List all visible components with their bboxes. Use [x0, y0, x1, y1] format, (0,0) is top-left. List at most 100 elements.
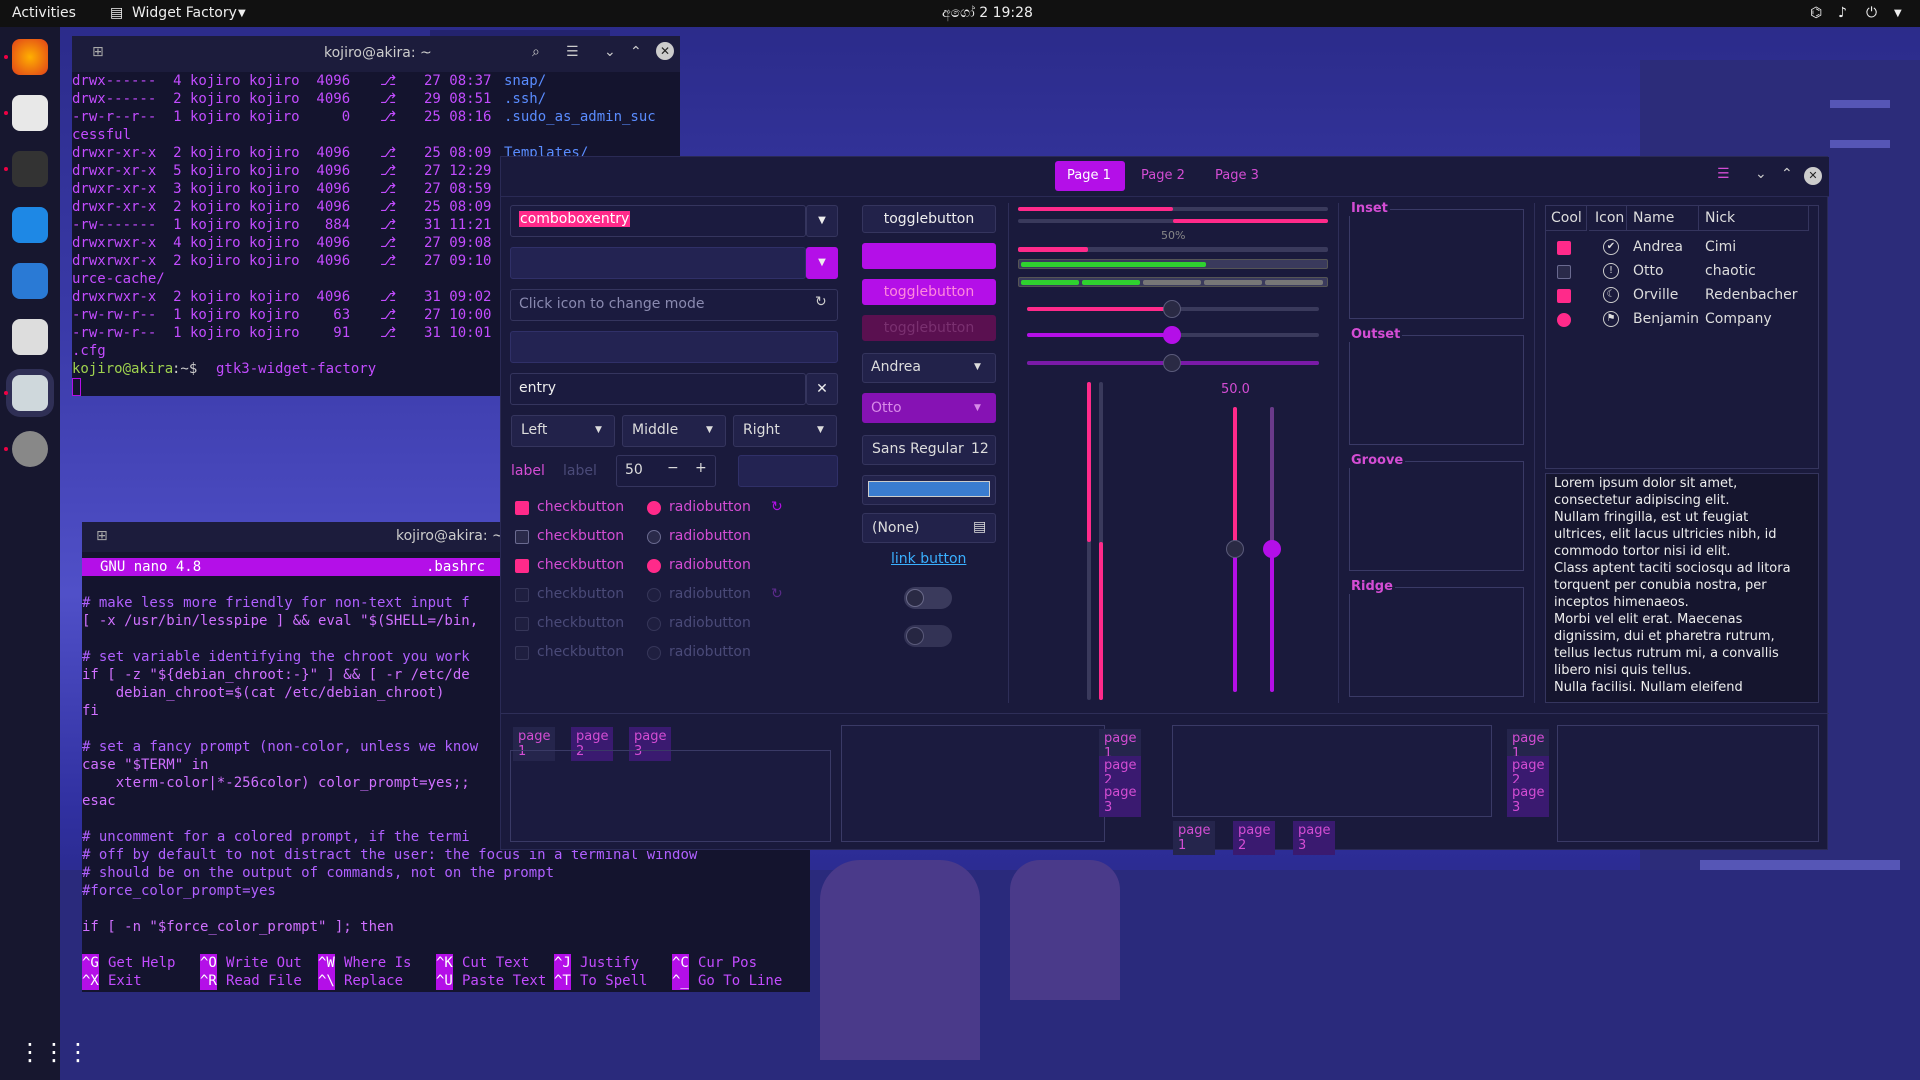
volume-icon[interactable]: ♪ — [1838, 5, 1847, 21]
vscode-icon[interactable] — [12, 207, 48, 243]
screenshot-icon[interactable] — [12, 263, 48, 299]
shortcut-label[interactable]: Cur Pos — [698, 954, 757, 972]
widget-factory-window[interactable]: Page 1 Page 2 Page 3 ☰ ⌄ ⌃ ✕ comboboxent… — [500, 156, 1829, 855]
radiobutton-circle[interactable] — [647, 559, 661, 573]
checkbutton-box[interactable] — [515, 559, 529, 573]
disk-icon[interactable] — [12, 431, 48, 467]
text-line: commodo tortor nisi id elit. — [1554, 544, 1731, 559]
new-tab-icon[interactable]: ⊞ — [92, 44, 104, 60]
scale-2-knob[interactable] — [1163, 326, 1181, 344]
terminal-line: drwxr-xr-x 3 kojiro kojiro 4096 — [72, 181, 359, 197]
tweaks-icon[interactable] — [12, 319, 48, 355]
refresh-icon[interactable]: ↻ — [815, 294, 827, 310]
shortcut-label[interactable]: Get Help — [108, 954, 175, 972]
files-icon[interactable] — [12, 95, 48, 131]
shortcut-label[interactable]: Where Is — [344, 954, 411, 972]
minimize-icon[interactable]: ⌄ — [604, 44, 616, 60]
vscale-2[interactable] — [1099, 382, 1103, 700]
tab-page-1[interactable]: Page 1 — [1067, 168, 1111, 183]
shortcut-label[interactable]: Read File — [226, 972, 302, 990]
checkbutton-box[interactable] — [515, 530, 529, 544]
radiobutton-label[interactable]: radiobutton — [669, 499, 751, 515]
menu-icon[interactable]: ☰ — [566, 44, 579, 60]
spinbutton-value[interactable]: 50 — [625, 462, 643, 478]
nano-line: # uncomment for a colored prompt, if the… — [82, 829, 470, 845]
minus-icon[interactable]: − — [667, 460, 679, 476]
shortcut-label[interactable]: Replace — [344, 972, 403, 990]
cool-checkbox[interactable] — [1557, 241, 1571, 255]
cool-radio[interactable] — [1557, 313, 1571, 327]
network-icon[interactable]: ⌬ — [1810, 5, 1822, 21]
vscale-4-knob[interactable] — [1263, 540, 1281, 558]
menu-icon[interactable]: ☰ — [1717, 166, 1730, 182]
cool-checkbox[interactable] — [1557, 265, 1571, 279]
shortcut-key: ^T — [554, 972, 571, 990]
nano-line: if [ -z "${debian_chroot:-}" ] && [ -r /… — [82, 667, 470, 683]
notebook-bottom-tab[interactable]: page 2 — [1233, 821, 1276, 855]
cool-checkbox[interactable] — [1557, 289, 1571, 303]
git-icon: ⎇ — [380, 145, 397, 161]
scale-3-knob[interactable] — [1163, 354, 1181, 372]
comboboxentry-text[interactable]: comboboxentry — [519, 211, 631, 227]
notebook-bottom-tab[interactable]: page 3 — [1293, 821, 1336, 855]
shortcut-key: ^K — [436, 954, 453, 972]
checkbutton-label[interactable]: checkbutton — [537, 557, 624, 573]
radiobutton-circle[interactable] — [647, 530, 661, 544]
notebook-left — [1557, 725, 1819, 842]
firefox-icon[interactable] — [12, 39, 48, 75]
shortcut-label[interactable]: Go To Line — [698, 972, 782, 990]
power-icon[interactable]: ⏻ — [1866, 5, 1877, 21]
link-button[interactable]: link button — [891, 551, 966, 567]
radiobutton-label[interactable]: radiobutton — [669, 557, 751, 573]
shortcut-label[interactable]: Cut Text — [462, 954, 529, 972]
vscale-3-knob[interactable] — [1226, 540, 1244, 558]
widget-factory-icon[interactable] — [12, 375, 48, 411]
textview[interactable]: Lorem ipsum dolor sit amet, consectetur a… — [1545, 473, 1819, 703]
tab-page-2[interactable]: Page 2 — [1141, 168, 1185, 183]
radiobutton-label[interactable]: radiobutton — [669, 528, 751, 544]
entry-text[interactable]: entry — [519, 380, 556, 396]
row-name: Andrea — [1633, 239, 1683, 255]
app-menu-button[interactable]: Widget Factory — [132, 5, 237, 21]
clock[interactable]: අගෝ 2 19:28 — [942, 5, 1033, 21]
shortcut-label[interactable]: Exit — [108, 972, 142, 990]
notebook-bottom-tab[interactable]: page 1 — [1173, 821, 1216, 855]
switch-off[interactable] — [904, 587, 952, 609]
terminal-icon[interactable] — [12, 151, 48, 187]
checkbutton-label[interactable]: checkbutton — [537, 528, 624, 544]
terminal-line: drwxr-xr-x 2 kojiro kojiro 4096 — [72, 145, 359, 161]
close-icon[interactable]: ✕ — [1804, 167, 1822, 185]
shortcut-label[interactable]: Paste Text — [462, 972, 546, 990]
app-grid-icon[interactable]: ⋮⋮⋮ — [18, 1038, 90, 1066]
notebook-right-tab[interactable]: page 3 — [1099, 783, 1142, 817]
tab-page-3[interactable]: Page 3 — [1215, 168, 1259, 183]
close-icon[interactable]: ✕ — [656, 42, 674, 60]
scale-1-knob[interactable] — [1163, 300, 1181, 318]
search-icon[interactable]: ⌕ — [532, 44, 540, 60]
new-tab-icon[interactable]: ⊞ — [96, 528, 108, 544]
prompt-user: kojiro@akira — [72, 361, 174, 377]
clear-icon[interactable]: ✕ — [806, 373, 838, 405]
vscale-1[interactable] — [1087, 382, 1091, 700]
maximize-icon[interactable]: ⌃ — [630, 44, 642, 60]
shortcut-label[interactable]: To Spell — [580, 972, 647, 990]
togglebutton-checked[interactable]: togglebutton — [862, 279, 996, 305]
comboboxentry-dropdown-icon[interactable]: ▼ — [806, 205, 838, 237]
togglebutton-active[interactable] — [862, 243, 996, 269]
shortcut-label[interactable]: Write Out — [226, 954, 302, 972]
combobox-dropdown-icon[interactable]: ▼ — [806, 247, 838, 279]
shortcut-label[interactable]: Justify — [580, 954, 639, 972]
row-name: Otto — [1633, 263, 1664, 279]
radiobutton-circle[interactable] — [647, 501, 661, 515]
chevron-down-icon: ▼ — [974, 403, 981, 413]
minimize-icon[interactable]: ⌄ — [1755, 166, 1767, 182]
maximize-icon[interactable]: ⌃ — [1781, 166, 1793, 182]
checkbutton-box[interactable] — [515, 501, 529, 515]
checkbutton-label[interactable]: checkbutton — [537, 499, 624, 515]
system-menu-chevron-icon[interactable]: ▼ — [1894, 8, 1902, 19]
activities-button[interactable]: Activities — [12, 5, 76, 21]
notebook-left-tab[interactable]: page 3 — [1507, 783, 1550, 817]
shortcut-key: ^C — [672, 954, 689, 972]
togglebutton[interactable]: togglebutton — [862, 205, 996, 233]
plus-icon[interactable]: + — [695, 460, 707, 476]
